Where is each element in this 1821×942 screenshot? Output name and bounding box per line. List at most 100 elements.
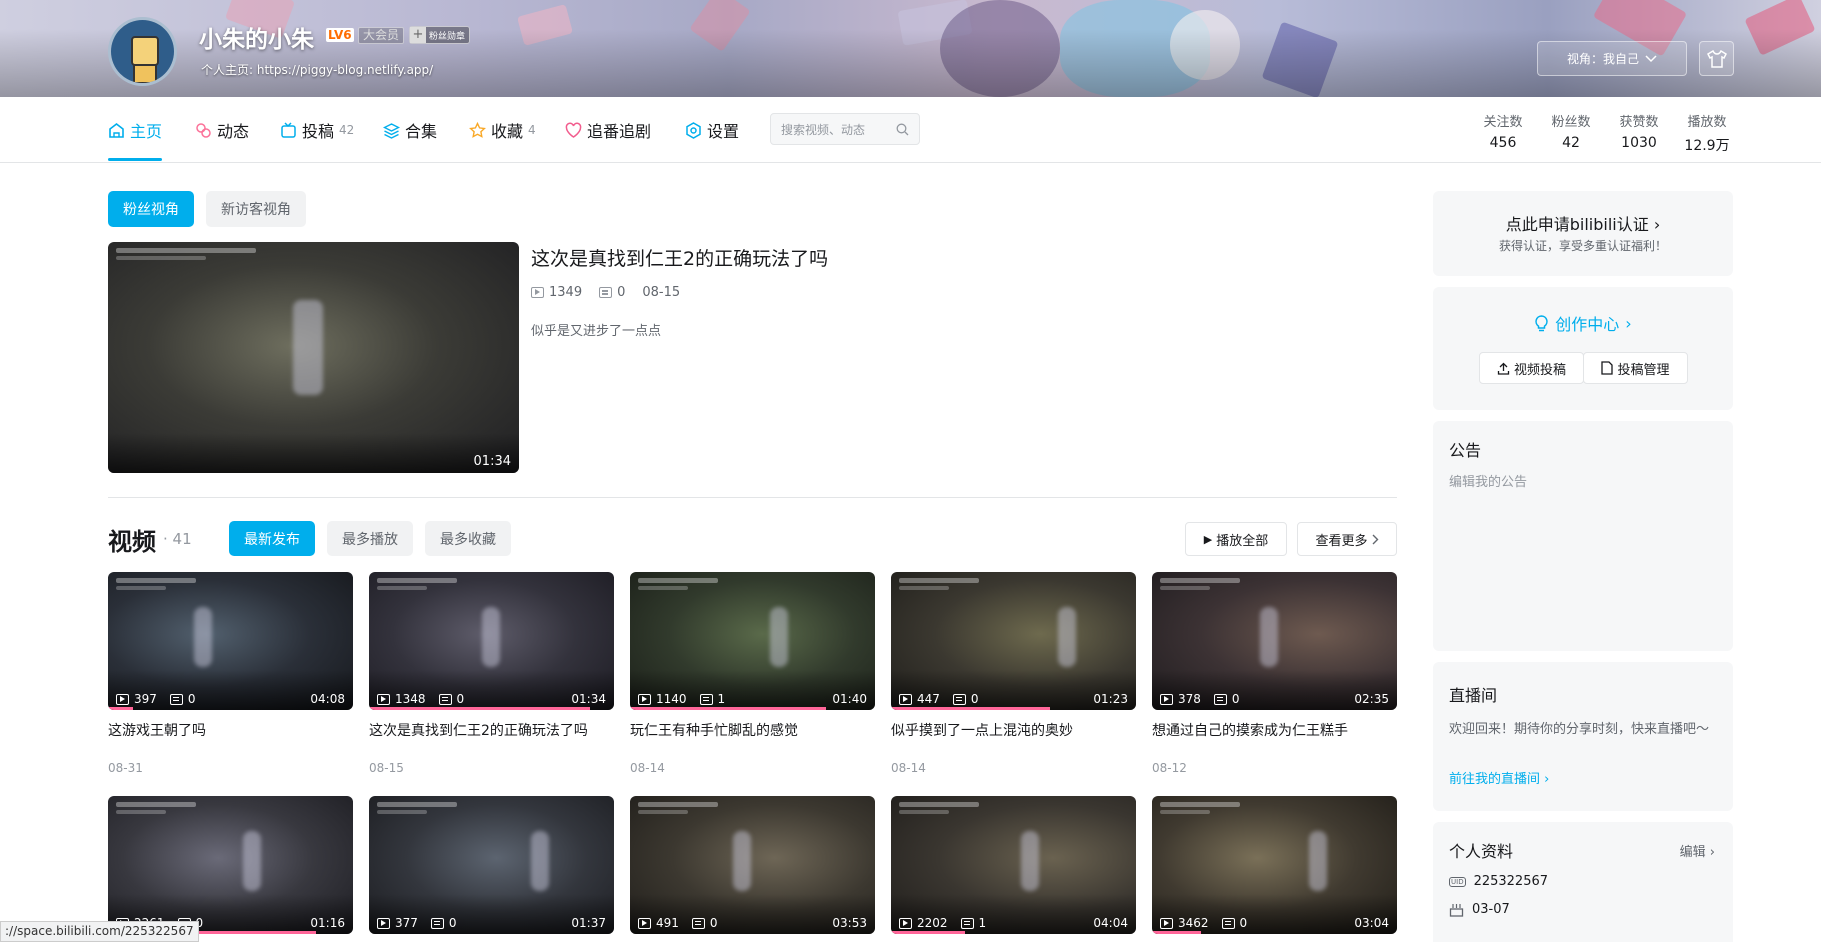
video-stats: 447 0 bbox=[899, 692, 979, 706]
sort-latest[interactable]: 最新发布 bbox=[229, 521, 315, 556]
view-more-button[interactable]: 查看更多 bbox=[1297, 522, 1397, 556]
nav-upload[interactable]: 投稿 42 bbox=[280, 97, 354, 163]
nav-bangumi[interactable]: 追番追剧 bbox=[565, 97, 651, 163]
play-count-icon bbox=[638, 917, 651, 929]
danmaku-icon bbox=[699, 693, 713, 705]
video-title[interactable]: 这次是真找到仁王2的正确玩法了吗 bbox=[369, 720, 613, 740]
upload-icon bbox=[281, 121, 296, 138]
featured-date: 08-15 bbox=[642, 285, 681, 300]
sort-most-favorited[interactable]: 最多收藏 bbox=[425, 521, 511, 556]
settings-icon bbox=[686, 121, 701, 139]
play-count-icon bbox=[638, 693, 651, 705]
avatar[interactable] bbox=[108, 17, 177, 86]
stat-likes: 获赞数 1030 bbox=[1609, 111, 1669, 151]
vip-badge[interactable]: 大会员 bbox=[358, 27, 405, 44]
featured-title[interactable]: 这次是真找到仁王2的正确玩法了吗 bbox=[531, 244, 828, 271]
play-count-icon bbox=[531, 287, 544, 298]
danmaku-icon bbox=[430, 917, 444, 929]
notice-card: 公告 编辑我的公告 bbox=[1433, 421, 1733, 651]
upload-arrow-icon bbox=[1497, 362, 1510, 375]
search-input[interactable]: 搜索视频、动态 bbox=[770, 113, 920, 145]
manage-uploads-button[interactable]: 投稿管理 bbox=[1583, 352, 1688, 384]
status-bar-url: ://space.bilibili.com/225322567 bbox=[0, 921, 199, 942]
video-danmaku: 0 bbox=[1231, 692, 1240, 706]
video-thumbnail[interactable]: 378 0 02:35 bbox=[1152, 572, 1397, 710]
video-stats: 1140 1 bbox=[638, 692, 725, 706]
stat-likes-value: 1030 bbox=[1621, 135, 1657, 151]
video-thumbnail[interactable]: 2261 0 01:16 bbox=[108, 796, 353, 934]
watch-progress-bar bbox=[1152, 931, 1201, 934]
video-duration: 04:08 bbox=[310, 692, 345, 706]
homepage-link[interactable]: 个人主页: https://piggy-blog.netlify.app/ bbox=[201, 61, 433, 78]
notice-textarea[interactable]: 编辑我的公告 bbox=[1449, 471, 1527, 490]
search-placeholder: 搜索视频、动态 bbox=[781, 122, 866, 137]
danmaku-icon bbox=[1213, 693, 1227, 705]
stat-following[interactable]: 关注数 456 bbox=[1473, 111, 1533, 151]
nav-dynamic-label: 动态 bbox=[217, 122, 250, 141]
username: 小朱的小朱 bbox=[199, 27, 314, 53]
plus-icon: + bbox=[410, 27, 426, 43]
tab-new-visitor-view[interactable]: 新访客视角 bbox=[206, 191, 306, 227]
featured-desc: 似乎是又进步了一点点 bbox=[531, 324, 662, 339]
video-title[interactable]: 似乎摸到了一点上混沌的奥妙 bbox=[891, 720, 1135, 740]
video-thumbnail[interactable]: 377 0 01:37 bbox=[369, 796, 614, 934]
video-title[interactable]: 这游戏王朝了吗 bbox=[108, 720, 352, 740]
stat-fans-label: 粉丝数 bbox=[1551, 115, 1591, 130]
stat-plays-value: 12.9万 bbox=[1684, 138, 1730, 154]
video-title[interactable]: 玩仁王有种手忙脚乱的感觉 bbox=[630, 720, 874, 740]
video-date: 08-12 bbox=[1152, 761, 1187, 775]
uid-icon: UID bbox=[1449, 876, 1466, 887]
video-stats: 2202 1 bbox=[899, 916, 986, 930]
video-thumbnail[interactable]: 397 0 04:08 bbox=[108, 572, 353, 710]
stat-fans[interactable]: 粉丝数 42 bbox=[1541, 111, 1601, 151]
video-thumbnail[interactable]: 3462 0 03:04 bbox=[1152, 796, 1397, 934]
featured-video-thumbnail[interactable]: 01:34 bbox=[108, 242, 519, 473]
video-duration: 03:04 bbox=[1354, 916, 1389, 930]
nav-home[interactable]: 主页 bbox=[108, 97, 163, 163]
tab-fan-view[interactable]: 粉丝视角 bbox=[108, 191, 194, 227]
stat-plays: 播放数 12.9万 bbox=[1677, 111, 1737, 155]
level-badge: LV6 bbox=[326, 28, 354, 42]
nav-settings-label: 设置 bbox=[707, 122, 740, 141]
video-date: 08-15 bbox=[369, 761, 404, 775]
creator-center-link[interactable]: 创作中心 › bbox=[1433, 311, 1733, 335]
sort-most-played[interactable]: 最多播放 bbox=[327, 521, 413, 556]
video-title[interactable]: 想通过自己的摸索成为仁王糕手 bbox=[1152, 720, 1396, 740]
nav-favorites-label: 收藏 bbox=[491, 122, 524, 141]
nav-bangumi-label: 追番追剧 bbox=[587, 122, 652, 141]
video-thumbnail[interactable]: 491 0 03:53 bbox=[630, 796, 875, 934]
video-duration: 01:34 bbox=[571, 692, 606, 706]
view-as-dropdown[interactable]: 视角：我自己 bbox=[1537, 41, 1687, 76]
profile-edit-link[interactable]: 编辑 › bbox=[1680, 841, 1715, 860]
video-thumbnail[interactable]: 2202 1 04:04 bbox=[891, 796, 1136, 934]
video-duration: 04:04 bbox=[1093, 916, 1128, 930]
nav-favorites[interactable]: 收藏 4 bbox=[469, 97, 536, 163]
video-danmaku: 0 bbox=[709, 916, 718, 930]
featured-duration: 01:34 bbox=[473, 454, 511, 469]
video-thumbnail[interactable]: 1140 1 01:40 bbox=[630, 572, 875, 710]
search-icon[interactable] bbox=[896, 123, 909, 136]
video-thumbnail[interactable]: 1348 0 01:34 bbox=[369, 572, 614, 710]
fan-badge[interactable]: + 粉丝勋章 bbox=[409, 26, 471, 44]
live-room-link[interactable]: 前往我的直播间 › bbox=[1449, 768, 1549, 787]
view-more-label: 查看更多 bbox=[1315, 533, 1368, 549]
video-danmaku: 1 bbox=[978, 916, 987, 930]
nav-settings[interactable]: 设置 bbox=[685, 97, 739, 163]
video-date: 08-31 bbox=[108, 761, 143, 775]
collection-icon bbox=[383, 122, 400, 139]
watch-progress-bar bbox=[108, 707, 133, 710]
featured-plays: 1349 bbox=[549, 285, 583, 300]
video-upload-button[interactable]: 视频投稿 bbox=[1479, 352, 1584, 384]
change-skin-button[interactable] bbox=[1699, 41, 1734, 76]
cert-card[interactable]: 点此申请bilibili认证 › 获得认证，享受多重认证福利！ bbox=[1433, 191, 1733, 276]
nav-collection[interactable]: 合集 bbox=[383, 97, 437, 163]
play-all-button[interactable]: ▶ 播放全部 bbox=[1185, 522, 1287, 556]
play-count-icon bbox=[899, 917, 912, 929]
chevron-down-icon bbox=[1645, 54, 1657, 62]
featured-danmaku: 0 bbox=[617, 285, 626, 300]
video-thumbnail[interactable]: 447 0 01:23 bbox=[891, 572, 1136, 710]
notice-title: 公告 bbox=[1449, 441, 1482, 460]
nav-dynamic[interactable]: 动态 bbox=[195, 97, 249, 163]
play-all-label: 播放全部 bbox=[1216, 533, 1269, 549]
video-duration: 01:16 bbox=[310, 916, 345, 930]
